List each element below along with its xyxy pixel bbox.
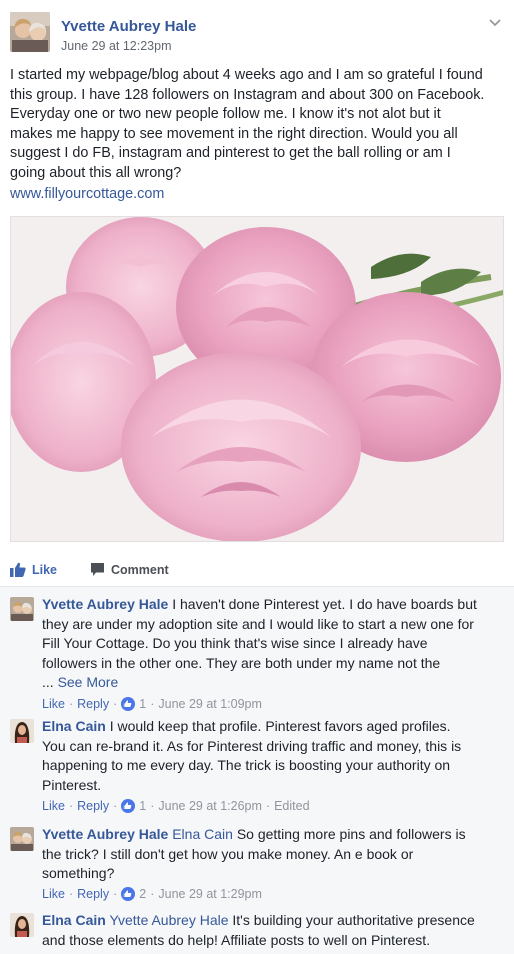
comment-text: followers in the other one. They are bot…: [42, 654, 441, 671]
post-actions: Like Comment: [0, 552, 514, 588]
post-author-name[interactable]: Yvette Aubrey Hale: [61, 18, 196, 35]
commenter-avatar[interactable]: [10, 827, 34, 851]
comment-like-link[interactable]: Like: [42, 799, 65, 813]
see-more-link[interactable]: See More: [58, 674, 119, 690]
comment-body: Elna Cain I would keep that profile. Pin…: [42, 717, 504, 795]
comment-author[interactable]: Yvette Aubrey Hale: [42, 826, 168, 842]
comment-button[interactable]: Comment: [90, 562, 169, 577]
post-text-line: this group. I have 128 followers on Inst…: [10, 86, 485, 103]
comment-reply-link[interactable]: Reply: [77, 697, 109, 711]
comment: Elna Cain Yvette Aubrey Hale It's buildi…: [10, 909, 506, 953]
facebook-post: Yvette Aubrey Hale June 29 at 12:23pm I …: [0, 0, 514, 954]
commenter-avatar[interactable]: [10, 719, 34, 743]
like-reaction-icon[interactable]: [121, 697, 136, 711]
comments-section: Yvette Aubrey Hale I haven't done Pinter…: [0, 586, 514, 954]
comment-time[interactable]: June 29 at 1:09pm: [158, 697, 262, 711]
post-text: I started my webpage/blog about 4 weeks …: [10, 66, 506, 184]
comment-text: You can re-brand it. As for Pinterest dr…: [42, 737, 462, 754]
comment-author[interactable]: Elna Cain: [42, 718, 106, 734]
post-text-line: going about this all wrong?: [10, 164, 182, 181]
post-text-line: Everyday one or two new people follow me…: [10, 106, 441, 123]
post-link[interactable]: www.fillyourcottage.com: [10, 186, 164, 202]
chevron-down-icon[interactable]: [488, 16, 502, 30]
comment-body: Elna Cain Yvette Aubrey Hale It's buildi…: [42, 911, 504, 950]
commenter-avatar[interactable]: [10, 597, 34, 621]
comment-time[interactable]: June 29 at 1:29pm: [158, 887, 262, 901]
comment: Yvette Aubrey Hale I haven't done Pinter…: [10, 593, 506, 711]
comment-text: they are under my adoption site and I wo…: [42, 615, 474, 632]
comment-mention[interactable]: Yvette Aubrey Hale: [109, 912, 228, 928]
comment-author[interactable]: Elna Cain: [42, 912, 106, 928]
post-text-line: makes me happy to see movement in the ri…: [10, 125, 458, 142]
reaction-count[interactable]: 1: [139, 799, 146, 813]
comment-reply-link[interactable]: Reply: [77, 887, 109, 901]
speech-bubble-icon: [91, 563, 104, 576]
comment: Elna Cain I would keep that profile. Pin…: [10, 715, 506, 813]
comment-body: Yvette Aubrey Hale Elna Cain So getting …: [42, 825, 504, 884]
comment-text: Fill Your Cottage. Do you think that's w…: [42, 635, 428, 652]
comment-meta: Like · Reply · 1 · June 29 at 1:09pm: [42, 697, 262, 711]
like-button[interactable]: Like: [10, 562, 57, 577]
author-avatar[interactable]: [10, 12, 50, 52]
comment-text: It's building your authoritative presenc…: [232, 912, 475, 928]
thumbs-up-icon: [10, 562, 26, 577]
comment-text: So getting more pins and followers is: [236, 826, 466, 842]
post-text-line: suggest I do FB, instagram and pinterest…: [10, 145, 451, 162]
commenter-avatar[interactable]: [10, 913, 34, 937]
comment-reply-link[interactable]: Reply: [77, 799, 109, 813]
like-button-label: Like: [32, 562, 58, 577]
reaction-count[interactable]: 2: [139, 887, 146, 901]
comment-meta: Like · Reply · 1 · June 29 at 1:26pm · E…: [42, 799, 310, 813]
comment-text: something?: [42, 865, 115, 882]
comment-body: Yvette Aubrey Hale I haven't done Pinter…: [42, 595, 504, 693]
comment-edited-label[interactable]: Edited: [274, 799, 309, 813]
comment-text: ...: [42, 674, 54, 691]
comment: Yvette Aubrey Hale Elna Cain So getting …: [10, 823, 506, 903]
comment-text: Pinterest.: [42, 776, 102, 793]
reaction-count[interactable]: 1: [139, 697, 146, 711]
comment-text: the trick? I still don't get how you mak…: [42, 845, 414, 862]
post-header: Yvette Aubrey Hale June 29 at 12:23pm: [10, 10, 504, 56]
post-photo[interactable]: [10, 216, 504, 542]
comment-text: happening to me every day. The trick is …: [42, 757, 451, 774]
post-text-line: I started my webpage/blog about 4 weeks …: [10, 67, 483, 83]
post-timestamp[interactable]: June 29 at 12:23pm: [61, 39, 172, 53]
like-reaction-icon[interactable]: [121, 887, 136, 901]
comment-text: I haven't done Pinterest yet. I do have …: [172, 596, 477, 612]
comment-author[interactable]: Yvette Aubrey Hale: [42, 596, 168, 612]
comment-button-label: Comment: [111, 562, 169, 577]
comment-meta: Like · Reply · 2 · June 29 at 1:29pm: [42, 887, 262, 901]
comment-like-link[interactable]: Like: [42, 697, 65, 711]
comment-time[interactable]: June 29 at 1:26pm: [158, 799, 262, 813]
comment-like-link[interactable]: Like: [42, 887, 65, 901]
like-reaction-icon[interactable]: [121, 799, 136, 813]
comment-text: and those elements do help! Affiliate po…: [42, 931, 431, 948]
comment-text: I would keep that profile. Pinterest fav…: [109, 718, 451, 734]
comment-mention[interactable]: Elna Cain: [172, 826, 233, 842]
